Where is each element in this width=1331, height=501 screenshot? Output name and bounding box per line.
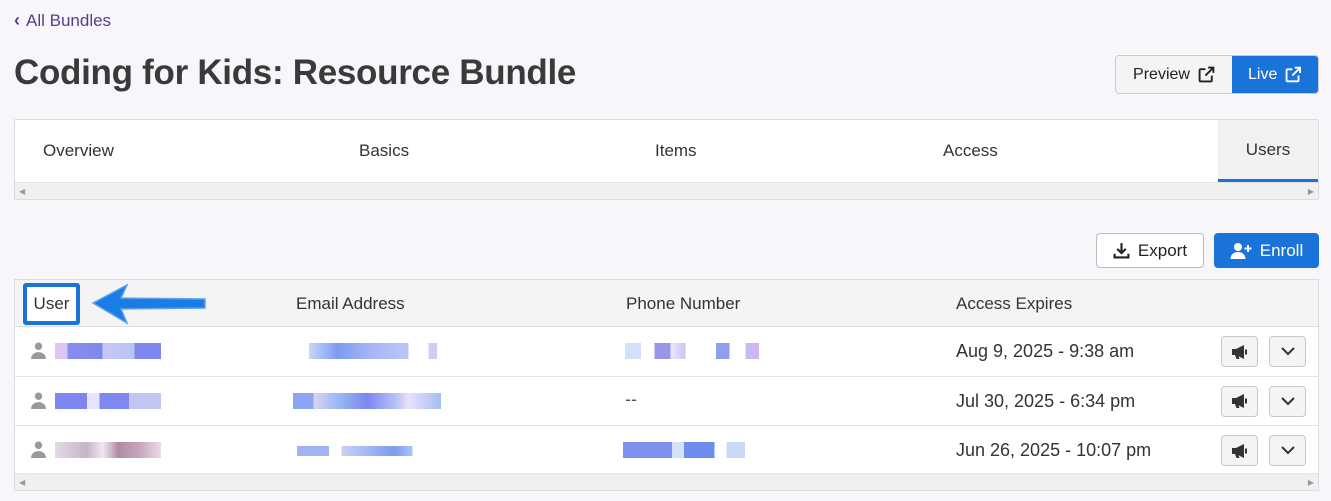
announce-button[interactable]	[1221, 336, 1258, 367]
back-link-label: All Bundles	[26, 10, 112, 30]
access-expires: Jun 26, 2025 - 10:07 pm	[956, 440, 1152, 460]
scroll-right-icon[interactable]: ▶	[1308, 187, 1314, 196]
column-header-user[interactable]: User	[23, 283, 80, 325]
tabs-scrollbar[interactable]: ◀ ▶	[15, 182, 1318, 199]
email-redacted[interactable]	[297, 446, 475, 456]
preview-button[interactable]: Preview	[1116, 56, 1232, 93]
user-name-redacted[interactable]	[55, 442, 161, 458]
chevron-down-icon	[1280, 446, 1295, 455]
tab-label: Overview	[43, 141, 114, 160]
table-row: -- Jul 30, 2025 - 6:34 pm	[15, 377, 1318, 426]
tab-basics[interactable]: Basics	[315, 120, 611, 182]
megaphone-icon	[1231, 443, 1247, 458]
user-icon	[31, 441, 46, 458]
phone-redacted	[623, 442, 745, 458]
phone-number: --	[625, 388, 637, 409]
add-user-icon	[1230, 242, 1252, 259]
live-button-label: Live	[1248, 65, 1278, 83]
tab-access[interactable]: Access	[903, 120, 1218, 182]
table-row: Aug 9, 2025 - 9:38 am	[15, 327, 1318, 377]
column-header-email[interactable]: Email Address	[296, 294, 405, 314]
page-title: Coding for Kids: Resource Bundle	[14, 53, 577, 92]
megaphone-icon	[1231, 394, 1247, 408]
access-expires: Jul 30, 2025 - 6:34 pm	[956, 390, 1136, 411]
megaphone-icon	[1231, 344, 1247, 359]
external-link-icon	[1285, 66, 1302, 83]
annotation-arrow-icon	[91, 283, 206, 325]
chevron-left-icon: ‹	[14, 10, 20, 30]
export-button-label: Export	[1137, 240, 1188, 260]
view-button-group: Preview Live	[1115, 55, 1319, 94]
chevron-down-icon	[1280, 347, 1295, 356]
tab-label: Items	[655, 141, 697, 160]
export-button[interactable]: Export	[1096, 233, 1204, 268]
expand-row-button[interactable]	[1269, 385, 1306, 417]
announce-button[interactable]	[1221, 435, 1258, 466]
table-row: Jun 26, 2025 - 10:07 pm	[15, 426, 1318, 476]
user-icon	[31, 392, 46, 409]
chevron-down-icon	[1280, 396, 1295, 405]
column-header-label: User	[33, 294, 70, 313]
table-header: User Email Address Phone Number Access E…	[15, 280, 1318, 327]
expand-row-button[interactable]	[1269, 336, 1306, 367]
email-redacted[interactable]	[295, 343, 437, 359]
email-redacted[interactable]	[293, 392, 441, 409]
tab-label: Users	[1245, 139, 1291, 159]
enroll-button[interactable]: Enroll	[1214, 233, 1319, 268]
users-table: User Email Address Phone Number Access E…	[14, 279, 1319, 491]
table-scrollbar[interactable]: ◀ ▶	[15, 473, 1318, 490]
scroll-left-icon[interactable]: ◀	[19, 478, 25, 487]
live-button[interactable]: Live	[1232, 56, 1318, 93]
column-header-phone[interactable]: Phone Number	[626, 294, 740, 314]
column-header-access-expires[interactable]: Access Expires	[956, 294, 1072, 314]
access-expires: Aug 9, 2025 - 9:38 am	[956, 341, 1135, 361]
user-icon	[31, 342, 46, 359]
enroll-button-label: Enroll	[1259, 240, 1304, 260]
tab-users[interactable]: Users	[1218, 120, 1318, 182]
user-name-redacted[interactable]	[55, 343, 161, 359]
preview-button-label: Preview	[1133, 65, 1190, 83]
tab-bar: Overview Basics Items Access Users	[15, 120, 1318, 182]
scroll-left-icon[interactable]: ◀	[19, 187, 25, 196]
user-name-redacted[interactable]	[55, 392, 161, 409]
tab-label: Basics	[359, 141, 410, 160]
download-icon	[1113, 243, 1130, 259]
phone-redacted	[625, 343, 759, 359]
tabs-panel: Overview Basics Items Access Users ◀ ▶	[14, 119, 1319, 200]
expand-row-button[interactable]	[1269, 435, 1306, 466]
announce-button[interactable]	[1221, 385, 1258, 417]
tab-items[interactable]: Items	[611, 120, 903, 182]
tab-overview[interactable]: Overview	[15, 120, 315, 182]
scroll-right-icon[interactable]: ▶	[1308, 478, 1314, 487]
back-link-all-bundles[interactable]: ‹ All Bundles	[14, 10, 111, 31]
tab-label: Access	[943, 141, 998, 160]
external-link-icon	[1198, 66, 1215, 83]
